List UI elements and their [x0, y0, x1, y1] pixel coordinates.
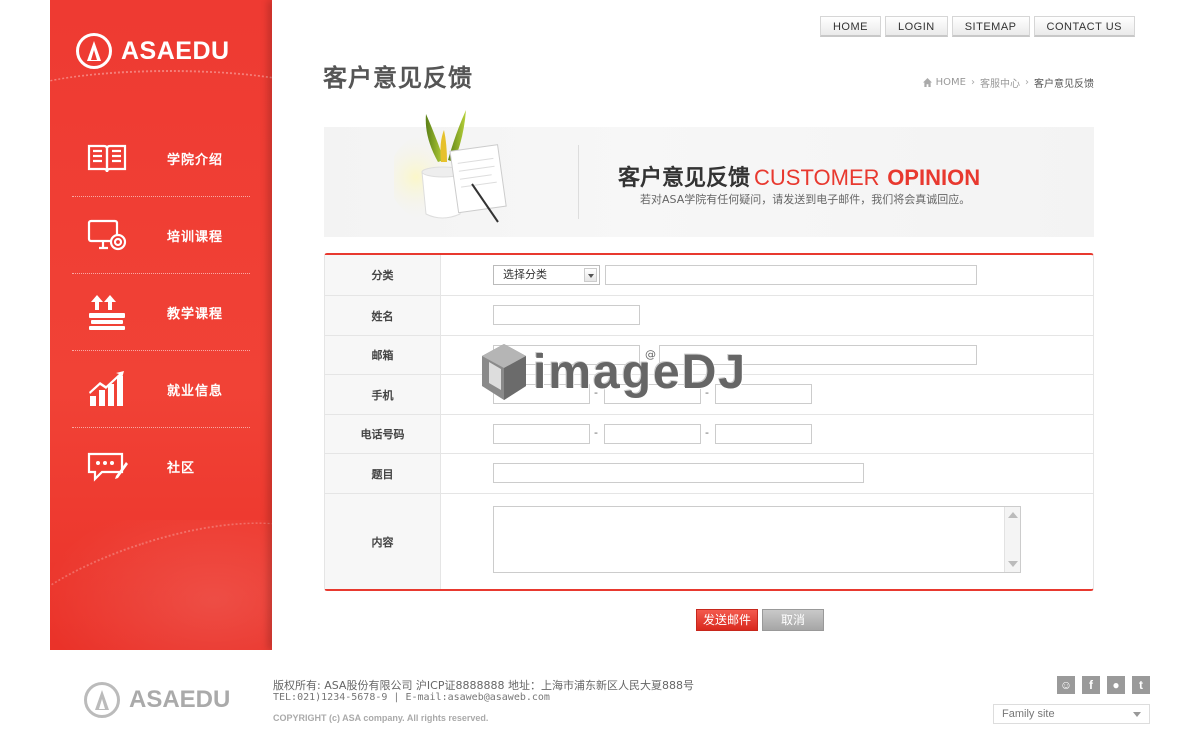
- family-site-select[interactable]: Family site: [993, 704, 1150, 724]
- monitor-icon: [77, 215, 137, 255]
- sidebar-item-label: 培训课程: [167, 229, 224, 245]
- book-icon: [77, 138, 137, 178]
- feedback-banner: 客户意见反馈 CUSTOMER OPINION 若对ASA学院有任何疑问，请发送到…: [324, 110, 1094, 237]
- form-row-content: 内容: [325, 494, 1093, 589]
- sidebar-item-teaching[interactable]: 教学课程: [72, 274, 250, 351]
- home-icon: [922, 78, 932, 87]
- me2day-icon[interactable]: ☺: [1057, 676, 1075, 694]
- logo-icon: [76, 33, 112, 69]
- page-title: 客户意见反馈: [323, 64, 473, 92]
- phone-input-1[interactable]: [493, 424, 590, 444]
- footer-logo[interactable]: ASAEDU: [84, 682, 230, 718]
- scroll-down-icon[interactable]: [1008, 561, 1018, 567]
- main-content: HOME LOGIN SITEMAP CONTACT US 客户意见反馈 HOM…: [272, 0, 1150, 650]
- mobile-label: 手机: [325, 375, 441, 414]
- chevron-right-icon: ›: [1025, 77, 1029, 88]
- social-links: ☺ f ● t: [1050, 676, 1150, 694]
- scroll-up-icon[interactable]: [1008, 512, 1018, 518]
- form-row-subject: 题目: [325, 454, 1093, 494]
- category-select[interactable]: 选择分类: [493, 265, 600, 285]
- name-label: 姓名: [325, 296, 441, 335]
- stack-icon: [77, 292, 137, 332]
- growth-icon: [77, 369, 137, 409]
- dash-separator: -: [705, 386, 709, 399]
- blog-icon[interactable]: ●: [1107, 676, 1125, 694]
- nav-home-link[interactable]: HOME: [819, 16, 881, 37]
- footer-copyright: 版权所有: ASA股份有限公司 沪ICP证8888888 地址：上海市浦东新区人…: [273, 679, 694, 692]
- email-at-sign: @: [645, 348, 656, 361]
- logo[interactable]: ASAEDU: [76, 33, 230, 69]
- feedback-form: 分类 选择分类 姓名 邮箱 @ 手机 - - 电话号码 - - 题目 内容: [324, 253, 1094, 591]
- phone-label: 电话号码: [325, 415, 441, 453]
- footer: ASAEDU 版权所有: ASA股份有限公司 沪ICP证8888888 地址：上…: [50, 650, 1150, 750]
- sidebar-item-label: 教学课程: [167, 306, 224, 322]
- email-domain-input[interactable]: [659, 345, 977, 365]
- chevron-right-icon: ›: [971, 77, 975, 88]
- banner-subtitle: 若对ASA学院有任何疑问，请发送到电子邮件，我们将会真诚回应。: [640, 193, 971, 206]
- sidebar-item-employment[interactable]: 就业信息: [72, 351, 250, 428]
- phone-input-3[interactable]: [715, 424, 812, 444]
- sidebar-item-about[interactable]: 学院介绍: [72, 120, 250, 197]
- banner-title: 客户意见反馈 CUSTOMER OPINION: [618, 165, 981, 191]
- category-label: 分类: [325, 255, 441, 295]
- sidebar-item-label: 社区: [167, 461, 196, 476]
- footer-rights: COPYRIGHT (c) ASA company. All rights re…: [273, 713, 489, 723]
- page-wrapper: ASAEDU 学院介绍 培训课程 教学课程 就业信息 社区 HOME LOGIN…: [50, 0, 1150, 650]
- footer-logo-icon: [84, 682, 120, 718]
- footer-logo-text: ASAEDU: [129, 686, 231, 713]
- sidebar: ASAEDU 学院介绍 培训课程 教学课程 就业信息 社区: [50, 0, 272, 650]
- nav-login-link[interactable]: LOGIN: [884, 16, 948, 37]
- subject-label: 题目: [325, 454, 441, 493]
- chevron-down-icon: [584, 268, 597, 282]
- content-textarea[interactable]: [493, 506, 1021, 573]
- twitter-icon[interactable]: t: [1132, 676, 1150, 694]
- form-row-category: 分类 选择分类: [325, 255, 1093, 296]
- content-label: 内容: [325, 494, 441, 589]
- dash-separator: -: [594, 426, 598, 439]
- mobile-input-1[interactable]: [493, 384, 590, 404]
- subject-input[interactable]: [493, 463, 864, 483]
- dash-separator: -: [705, 426, 709, 439]
- textarea-scrollbar[interactable]: [1004, 507, 1020, 572]
- name-input[interactable]: [493, 305, 640, 325]
- top-nav: HOME LOGIN SITEMAP CONTACT US: [816, 16, 1135, 37]
- sidebar-item-community[interactable]: 社区: [72, 428, 250, 505]
- sidebar-nav: 学院介绍 培训课程 教学课程 就业信息 社区: [72, 120, 250, 505]
- facebook-icon[interactable]: f: [1082, 676, 1100, 694]
- send-email-button[interactable]: 发送邮件: [696, 609, 758, 631]
- breadcrumb-parent[interactable]: 客服中心: [980, 75, 1020, 90]
- phone-input-2[interactable]: [604, 424, 701, 444]
- nav-contact-link[interactable]: CONTACT US: [1033, 16, 1135, 37]
- nav-sitemap-link[interactable]: SITEMAP: [951, 16, 1030, 37]
- logo-text: ASAEDU: [121, 36, 230, 65]
- breadcrumb-home[interactable]: HOME: [936, 77, 966, 88]
- email-label: 邮箱: [325, 336, 441, 374]
- form-row-name: 姓名: [325, 296, 1093, 336]
- mobile-input-3[interactable]: [715, 384, 812, 404]
- breadcrumb-current: 客户意见反馈: [1034, 79, 1094, 90]
- breadcrumb: HOME › 客服中心 › 客户意见反馈: [922, 75, 1094, 90]
- email-user-input[interactable]: [493, 345, 640, 365]
- form-row-email: 邮箱 @: [325, 336, 1093, 375]
- mobile-input-2[interactable]: [604, 384, 701, 404]
- chat-icon: [77, 447, 137, 487]
- footer-contact: TEL:021)1234-5678-9 | E-mail:asaweb@asaw…: [273, 692, 550, 703]
- cancel-button[interactable]: 取消: [762, 609, 824, 631]
- sidebar-item-label: 就业信息: [167, 383, 224, 399]
- category-detail-input[interactable]: [605, 265, 977, 285]
- sidebar-item-label: 学院介绍: [167, 152, 224, 168]
- sidebar-item-training[interactable]: 培训课程: [72, 197, 250, 274]
- plant-document-icon: [394, 110, 507, 223]
- form-row-mobile: 手机 - -: [325, 375, 1093, 415]
- dash-separator: -: [594, 386, 598, 399]
- form-row-phone: 电话号码 - -: [325, 415, 1093, 454]
